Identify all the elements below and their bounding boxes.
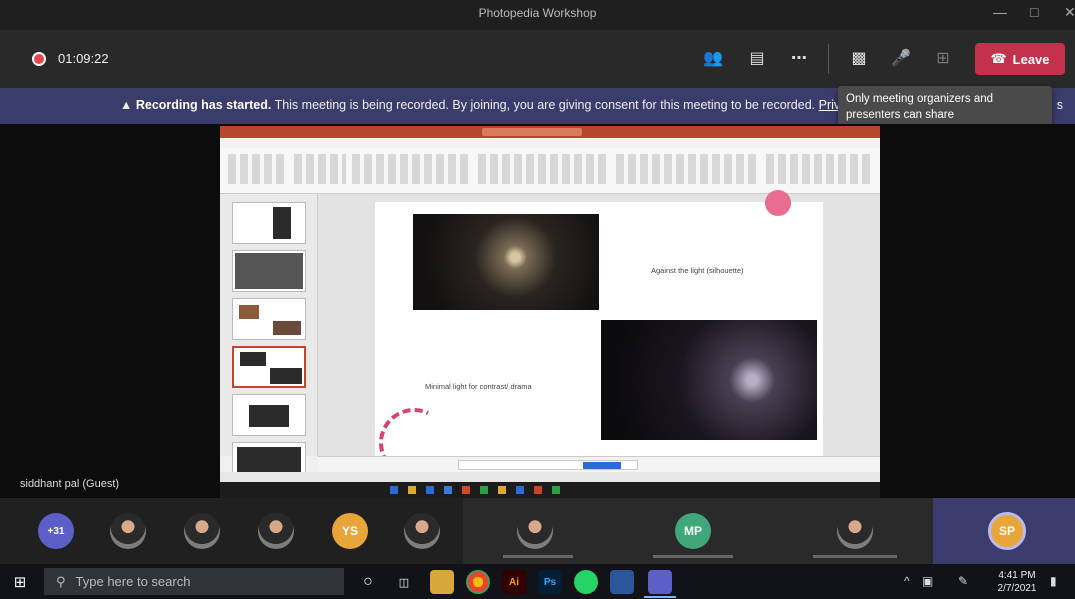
powerpoint-title-bar bbox=[220, 126, 880, 138]
pen-icon[interactable]: ✎ bbox=[958, 574, 968, 588]
whatsapp-icon[interactable] bbox=[574, 570, 598, 594]
taskbar-time: 4:41 PM bbox=[998, 570, 1036, 581]
taskbar-search-box[interactable]: ⚲ Type here to search bbox=[44, 568, 344, 595]
slide-decoration bbox=[765, 190, 791, 216]
close-icon[interactable]: ✕ bbox=[1064, 4, 1075, 21]
slide-photo-night bbox=[601, 320, 817, 440]
chrome-icon[interactable] bbox=[466, 570, 490, 594]
toolbar-divider bbox=[828, 44, 829, 74]
window-title: Photopedia Workshop bbox=[478, 6, 597, 20]
teams-icon[interactable] bbox=[648, 570, 672, 594]
more-actions-icon[interactable]: ⋯ bbox=[786, 45, 812, 71]
mic-off-icon[interactable]: 🎤 bbox=[888, 45, 914, 71]
participant-avatar[interactable] bbox=[404, 513, 440, 549]
word-icon[interactable] bbox=[610, 570, 634, 594]
shared-screen-taskbar bbox=[220, 482, 880, 498]
more-participants-badge[interactable]: +31 bbox=[38, 513, 74, 549]
warning-icon: ▲ bbox=[120, 98, 133, 112]
slide-thumbnail bbox=[232, 250, 306, 292]
meeting-toolbar: 01:09:22 👥 ▤ ⋯ ▩ 🎤 ⊞ ☎ Leave bbox=[0, 30, 1075, 88]
self-video-tile: SP bbox=[933, 498, 1075, 564]
chat-icon[interactable]: ▤ bbox=[744, 45, 770, 71]
current-slide: Against the light (silhouette) Minimal l… bbox=[369, 190, 823, 488]
leave-button[interactable]: ☎ Leave bbox=[975, 43, 1065, 75]
task-view-icon[interactable]: ◫ bbox=[392, 570, 416, 594]
slide-thumbnail bbox=[232, 298, 306, 340]
search-icon: ⚲ bbox=[56, 573, 66, 589]
photoshop-icon[interactable]: Ps bbox=[538, 570, 562, 594]
show-hidden-icons-icon[interactable]: ^ bbox=[904, 574, 910, 588]
recording-consent-text: This meeting is being recorded. By joini… bbox=[274, 98, 816, 112]
slide-thumbnails bbox=[220, 194, 318, 484]
share-screen-icon[interactable]: ⊞ bbox=[930, 45, 956, 71]
participant-initials-avatar[interactable]: MP bbox=[675, 513, 711, 549]
participant-avatar[interactable] bbox=[517, 513, 553, 549]
window-title-bar: Photopedia Workshop — □ ✕ bbox=[0, 0, 1075, 30]
meeting-timer: 01:09:22 bbox=[58, 51, 109, 66]
slide-thumbnail-selected bbox=[232, 346, 306, 388]
participant-tiles: MP bbox=[463, 498, 933, 564]
cortana-icon[interactable]: ○ bbox=[356, 570, 380, 594]
notification-center-icon[interactable]: ▮ bbox=[1050, 574, 1057, 588]
banner-tail-text: s bbox=[1056, 98, 1063, 112]
illustrator-icon[interactable]: Ai bbox=[502, 570, 526, 594]
slide-thumbnail bbox=[232, 202, 306, 244]
participant-avatar[interactable] bbox=[837, 513, 873, 549]
powerpoint-tabs bbox=[220, 138, 880, 148]
powerpoint-ribbon bbox=[220, 148, 880, 194]
maximize-icon[interactable]: □ bbox=[1030, 4, 1038, 20]
powerpoint-status-bar bbox=[220, 472, 880, 482]
recording-indicator-icon bbox=[32, 52, 46, 66]
self-initials-avatar[interactable]: SP bbox=[988, 512, 1026, 550]
leave-label: Leave bbox=[1012, 51, 1050, 67]
slide-thumbnail bbox=[232, 394, 306, 436]
network-icon[interactable]: ▣ bbox=[922, 574, 933, 588]
windows-taskbar: ⊞ ⚲ Type here to search ○ ◫ Ai Ps ^ ▣ ✎ … bbox=[0, 564, 1075, 599]
slide-caption: Minimal light for contrast/ drama bbox=[425, 382, 532, 391]
minimize-icon[interactable]: — bbox=[993, 4, 1007, 20]
recording-started-label: Recording has started. bbox=[135, 98, 272, 112]
slide-photo-silhouette bbox=[413, 214, 599, 310]
shared-screen: Against the light (silhouette) Minimal l… bbox=[220, 126, 880, 498]
powerpoint-notification bbox=[458, 460, 638, 470]
participant-avatar[interactable] bbox=[110, 513, 146, 549]
recording-banner-text: ▲ Recording has started. This meeting is… bbox=[120, 98, 853, 112]
taskbar-clock[interactable]: 4:41 PM 2/7/2021 bbox=[992, 569, 1042, 595]
participants-icon[interactable]: 👥 bbox=[700, 45, 726, 71]
file-explorer-icon[interactable] bbox=[430, 570, 454, 594]
taskbar-search-placeholder: Type here to search bbox=[75, 574, 191, 589]
participant-initials-avatar[interactable]: YS bbox=[332, 513, 368, 549]
windows-start-icon[interactable]: ⊞ bbox=[10, 572, 30, 592]
participant-avatar[interactable] bbox=[258, 513, 294, 549]
slide-caption: Against the light (silhouette) bbox=[651, 266, 744, 275]
camera-off-icon[interactable]: ▩ bbox=[846, 45, 872, 71]
participant-avatar[interactable] bbox=[184, 513, 220, 549]
powerpoint-search-box bbox=[482, 128, 582, 136]
phone-hangup-icon: ☎ bbox=[990, 51, 1007, 66]
taskbar-date: 2/7/2021 bbox=[997, 583, 1037, 594]
speaker-name-label: siddhant pal (Guest) bbox=[20, 478, 120, 490]
